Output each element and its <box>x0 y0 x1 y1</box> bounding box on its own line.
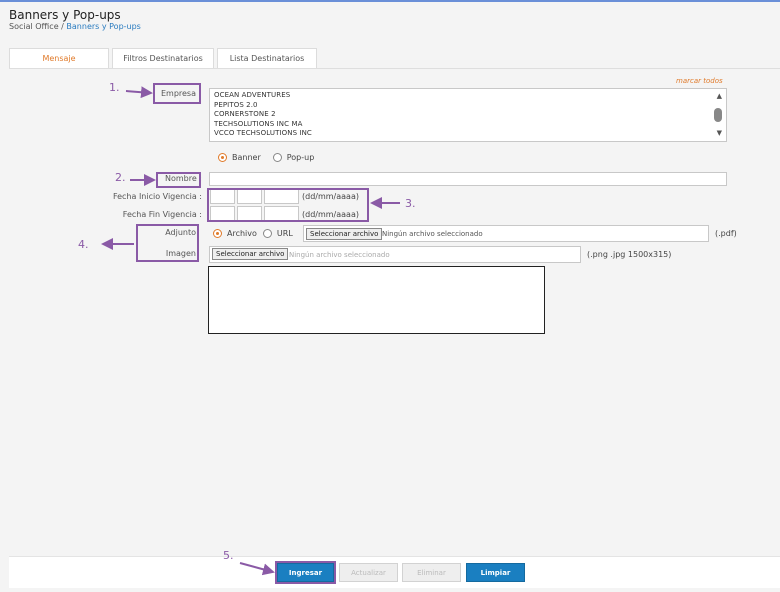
tab-bar: Mensaje Filtros Destinatarios Lista Dest… <box>9 48 320 68</box>
scrollbar-thumb[interactable] <box>714 108 722 122</box>
actualizar-button[interactable]: Actualizar <box>339 563 398 582</box>
fecha-fin-label: Fecha Fin Vigencia : <box>122 210 202 219</box>
annotation-number-5: 5. <box>223 549 234 562</box>
url-radio[interactable] <box>262 229 272 238</box>
breadcrumb: Social Office / Banners y Pop-ups <box>9 22 141 31</box>
annotation-number-3: 3. <box>405 197 416 210</box>
image-preview <box>208 266 545 334</box>
imagen-file-status: Ningún archivo seleccionado <box>289 251 390 259</box>
annotation-box-nombre <box>156 172 201 188</box>
popup-radio-label: Pop-up <box>286 153 315 162</box>
annotation-number-1: 1. <box>109 81 120 94</box>
limpiar-button[interactable]: Limpiar <box>466 563 525 582</box>
archivo-radio[interactable] <box>213 229 222 238</box>
annotation-box-adjunto-imagen <box>136 224 199 262</box>
page-title: Banners y Pop-ups <box>9 8 121 22</box>
type-radio-group: Banner Pop-up <box>218 153 326 162</box>
banner-radio-label: Banner <box>232 153 261 162</box>
top-accent-line <box>0 0 780 2</box>
breadcrumb-current[interactable]: Banners y Pop-ups <box>66 22 140 31</box>
adjunto-radio-group: Archivo URL <box>213 229 305 238</box>
archivo-radio-label: Archivo <box>227 229 257 238</box>
banner-radio[interactable] <box>218 153 227 162</box>
annotation-box-empresa <box>153 83 201 104</box>
annotation-number-2: 2. <box>115 171 126 184</box>
url-radio-label: URL <box>276 229 293 238</box>
fecha-inicio-label: Fecha Inicio Vigencia : <box>112 192 202 201</box>
annotation-box-ingresar <box>275 561 336 584</box>
scroll-up-icon[interactable]: ▲ <box>717 92 722 100</box>
breadcrumb-root[interactable]: Social Office <box>9 22 59 31</box>
company-option[interactable]: PEPITOS 2.0 <box>214 101 722 111</box>
imagen-file-button[interactable]: Seleccionar archivo <box>212 248 289 260</box>
adjunto-file-status: Ningún archivo seleccionado <box>382 230 483 238</box>
company-option[interactable]: CORNERSTONE 2 <box>214 110 722 120</box>
popup-radio[interactable] <box>272 153 282 162</box>
scroll-down-icon[interactable]: ▼ <box>717 129 722 137</box>
imagen-hint: (.png .jpg 1500x315) <box>587 250 672 259</box>
annotation-box-fechas <box>207 188 369 222</box>
company-option[interactable]: VCCO TECHSOLUTIONS INC <box>214 129 722 139</box>
company-option[interactable]: TECHSOLUTIONS INC MA <box>214 120 722 130</box>
nombre-input[interactable] <box>209 172 727 186</box>
company-listbox[interactable]: OCEAN ADVENTURES PEPITOS 2.0 CORNERSTONE… <box>209 88 727 142</box>
tab-mensaje[interactable]: Mensaje <box>9 48 109 68</box>
mark-all-link[interactable]: marcar todos <box>676 77 723 85</box>
annotation-number-4: 4. <box>78 238 89 251</box>
adjunto-hint: (.pdf) <box>715 229 737 238</box>
tab-filtros-destinatarios[interactable]: Filtros Destinatarios <box>112 48 214 68</box>
company-option[interactable]: OCEAN ADVENTURES <box>214 91 722 101</box>
tab-lista-destinatarios[interactable]: Lista Destinatarios <box>217 48 317 68</box>
adjunto-file-button[interactable]: Seleccionar archivo <box>306 228 383 240</box>
eliminar-button[interactable]: Eliminar <box>402 563 461 582</box>
